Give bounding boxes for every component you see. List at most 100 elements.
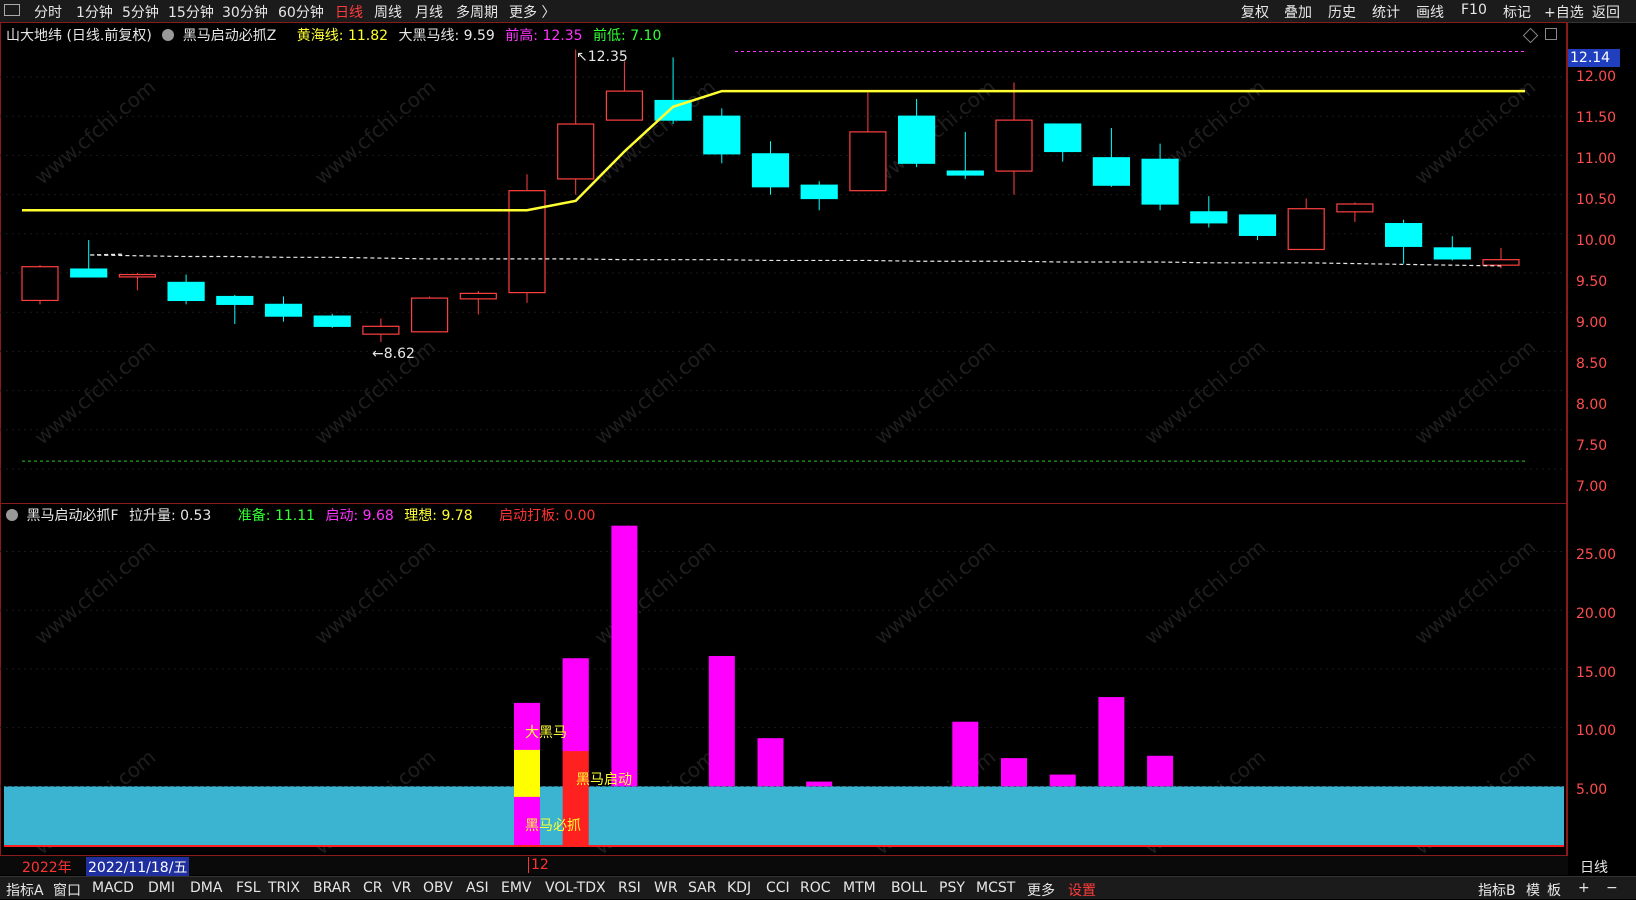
qiangao-label: 前高: [505,28,539,44]
zoom-in-button[interactable]: + [1578,880,1590,896]
tab-mcst[interactable]: MCST [976,880,1015,896]
indicator-a-tab[interactable]: 指标A [6,880,44,900]
tab-mtm[interactable]: MTM [843,880,876,896]
tab-brar[interactable]: BRAR [313,880,351,896]
tab-rsi[interactable]: RSI [618,880,641,896]
tab-fsl[interactable]: FSL [236,880,261,896]
volume-bar [1147,755,1174,787]
candle-body [264,303,303,317]
huanghai-line [22,89,1525,212]
candle-body [800,184,838,200]
lashengliang-value: 0.53 [180,508,212,524]
indicator-b-tab[interactable]: 指标B [1478,880,1516,900]
tab-emv[interactable]: EMV [501,880,532,896]
main-y-tick: 9.50 [1576,274,1608,290]
main-y-tick: 10.00 [1576,233,1617,249]
qidong-label: 启动: [325,508,359,524]
high-marker: ↖12.35 [576,49,628,65]
candle-body [167,281,205,302]
qidongdaban-label: 启动打板: [499,508,560,524]
template-tab[interactable]: 模 [1526,880,1540,900]
sub-y-tick: 20.00 [1576,606,1617,622]
panel-expand-icon[interactable] [1545,28,1557,40]
low-marker-arrow: ← [372,346,384,362]
cyan-band [4,786,1564,845]
qiandi-value: 7.10 [630,28,662,44]
volume-bar [1098,697,1125,787]
low-marker: ←8.62 [372,346,415,362]
candle-body [703,115,741,155]
sub-y-tick: 5.00 [1576,782,1608,798]
tab-trix[interactable]: TRIX [268,880,300,896]
tab-roc[interactable]: ROC [800,880,831,896]
tab-boll[interactable]: BOLL [891,880,927,896]
huanghai-label: 黄海线: [296,28,344,44]
tab-macd[interactable]: MACD [92,880,134,896]
volume-bar [1049,774,1076,787]
main-info-line: 山大地纬 (日线.前复权) 黑马启动必抓Z 黄海线: 11.82 大黑马线: 9… [6,25,661,45]
tab-settings[interactable]: 设置 [1068,880,1096,900]
main-indicator-name[interactable]: 黑马启动必抓Z [183,28,277,44]
candle-body [1238,214,1277,236]
lashengliang-label: 拉升量: [128,508,176,524]
indicator-toggle-icon[interactable] [162,29,175,41]
candle-body [118,273,157,278]
main-y-tick: 8.00 [1576,397,1608,413]
tab-dmi[interactable]: DMI [148,880,175,896]
sub-y-tick: 25.00 [1576,547,1617,563]
volume-bar [806,781,833,787]
zhunbei-value: 11.11 [274,508,316,524]
sub-indicator-name[interactable]: 黑马启动必抓F [26,508,118,524]
tab-cci[interactable]: CCI [766,880,790,896]
annotation-daheima: 大黑马 [525,725,567,741]
candle-body [1092,157,1131,186]
tab-dma[interactable]: DMA [190,880,222,896]
sub-info-line: 黑马启动必抓F 拉升量: 0.53 准备: 11.11 启动: 9.68 理想:… [6,505,595,525]
tab-cr[interactable]: CR [363,880,383,896]
candle-body [313,315,351,327]
candle-body [21,266,59,302]
lixiang-value: 9.78 [441,508,473,524]
daheima-yellow-segment [514,749,540,797]
month-mark: 12 [528,857,549,873]
tab-kdj[interactable]: KDJ [727,880,751,896]
main-y-tick: 11.50 [1576,110,1617,126]
annotation-heima-qidong: 黑马启动 [576,772,632,788]
sub-y-tick: 15.00 [1576,665,1617,681]
candle-body [1482,259,1520,266]
candle-body [1190,211,1228,224]
volume-bar [952,721,979,787]
qiandi-label: 前低: [593,28,626,44]
candle-body [995,119,1033,172]
tab-wr[interactable]: WR [654,880,678,896]
candle-body [1141,158,1179,205]
daheima-line [88,253,1502,267]
candle-body [216,295,254,305]
qidong-value: 9.68 [362,508,394,524]
volume-bar [708,655,735,787]
window-tab[interactable]: 窗口 [53,880,81,900]
tab-vr[interactable]: VR [392,880,411,896]
candle-body [508,190,546,294]
sub-indicator-toggle-icon[interactable] [6,509,18,521]
tab-obv[interactable]: OBV [423,880,453,896]
candlestick-chart[interactable] [0,0,1636,898]
tab-more[interactable]: 更多 [1027,880,1055,900]
current-price-tag: 12.14 [1568,49,1620,67]
board-tab[interactable]: 板 [1547,880,1561,900]
period-label[interactable]: 日线 [1580,857,1608,877]
tab-vol-tdx[interactable]: VOL-TDX [545,880,606,896]
candle-body [751,153,790,188]
zoom-out-button[interactable]: − [1606,880,1618,896]
date-strip: 2022年 2022/11/18/五 12 [0,856,1568,877]
huanghai-value: 11.82 [347,28,389,44]
tab-psy[interactable]: PSY [939,880,965,896]
lixiang-label: 理想: [404,508,437,524]
stock-title[interactable]: 山大地纬 (日线.前复权) [6,28,152,44]
candle-body [946,170,984,176]
candle-body [459,292,497,300]
main-y-tick: 9.00 [1576,315,1608,331]
tab-sar[interactable]: SAR [688,880,716,896]
volume-bar [1001,758,1027,787]
tab-asi[interactable]: ASI [466,880,489,896]
